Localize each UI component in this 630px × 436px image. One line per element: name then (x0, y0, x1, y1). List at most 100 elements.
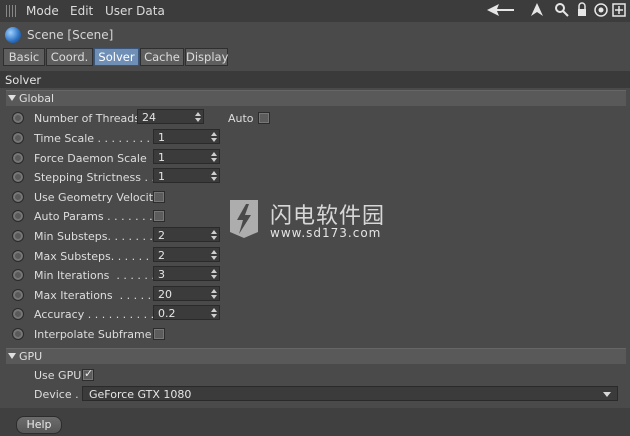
checkmark-icon: ✓ (84, 367, 94, 380)
help-button[interactable]: Help (16, 416, 62, 434)
solver-row-label: Max Substeps. . . . . . . . (34, 250, 164, 263)
target-icon[interactable] (593, 2, 609, 18)
solver-row-checkbox[interactable] (153, 210, 165, 222)
tab-cache[interactable]: Cache (140, 48, 184, 66)
solver-row-input[interactable]: 3 (153, 266, 220, 281)
solver-row-input[interactable]: 20 (153, 286, 220, 301)
solver-row-label: Time Scale . . . . . . . . . . (34, 132, 164, 145)
solver-row: Min Iterations . . . . . .3 (0, 266, 630, 286)
tab-display[interactable]: Display (185, 48, 228, 66)
solver-row-input[interactable]: 1 (153, 168, 220, 183)
spinner-icon[interactable] (211, 269, 217, 279)
spinner-icon[interactable] (211, 132, 217, 142)
footer: Help (0, 408, 630, 436)
grip-icon (6, 5, 18, 17)
solver-row-checkbox[interactable] (153, 328, 165, 340)
group-title: GPU (19, 350, 43, 363)
menu-user-data[interactable]: User Data (105, 4, 165, 18)
animate-radio-icon[interactable] (12, 191, 24, 203)
new-window-icon[interactable] (611, 2, 627, 18)
animate-radio-icon[interactable] (12, 269, 24, 281)
solver-row-label: Use Geometry Velocity (34, 191, 160, 204)
solver-row-value: 3 (158, 268, 165, 281)
threads-label: Number of Threads (34, 112, 140, 125)
solver-row-checkbox[interactable] (153, 191, 165, 203)
menu-mode[interactable]: Mode (26, 4, 59, 18)
solver-row-value: 1 (158, 131, 165, 144)
solver-row: Time Scale . . . . . . . . . .1 (0, 129, 630, 149)
spinner-icon[interactable] (211, 171, 217, 181)
group-title: Global (19, 92, 55, 105)
solver-row-label: Accuracy . . . . . . . . . . . (34, 308, 162, 321)
object-title: Scene [Scene] (27, 28, 114, 42)
lock-icon[interactable] (574, 2, 590, 18)
use-gpu-row: Use GPU ✓ (0, 366, 630, 386)
spinner-icon[interactable] (211, 289, 217, 299)
device-value: GeForce GTX 1080 (89, 388, 192, 401)
tab-coord[interactable]: Coord. (46, 48, 93, 66)
watermark-url: www.sd173.com (270, 226, 382, 240)
animate-radio-icon[interactable] (12, 171, 24, 183)
spinner-icon[interactable] (211, 308, 217, 318)
gpu-group-header[interactable]: GPU (6, 348, 626, 364)
solver-row: Interpolate Subframe (0, 325, 630, 345)
solver-row-input[interactable]: 1 (153, 129, 220, 144)
animate-radio-icon[interactable] (12, 132, 24, 144)
solver-row-input[interactable]: 1 (153, 149, 220, 164)
section-title: Solver (5, 73, 42, 87)
solver-row-value: 0.2 (158, 307, 176, 320)
tab-solver[interactable]: Solver (94, 48, 139, 66)
chevron-down-icon[interactable] (603, 392, 611, 397)
threads-input[interactable]: 24 (137, 109, 204, 124)
solver-row: Stepping Strictness . .1 (0, 168, 630, 188)
tab-basic[interactable]: Basic (3, 48, 45, 66)
solver-row-input[interactable]: 2 (153, 247, 220, 262)
solver-row-input[interactable]: 2 (153, 227, 220, 242)
animate-radio-icon[interactable] (12, 152, 24, 164)
solver-row-value: 1 (158, 151, 165, 164)
animate-radio-icon[interactable] (12, 328, 24, 340)
back-arrow-icon[interactable] (486, 2, 516, 18)
collapse-arrow-icon[interactable] (8, 95, 16, 101)
animate-radio-icon[interactable] (12, 289, 24, 301)
solver-row: Force Daemon Scale .1 (0, 149, 630, 169)
auto-label: Auto (228, 112, 254, 125)
animate-radio-icon[interactable] (12, 308, 24, 320)
solver-row-value: 2 (158, 229, 165, 242)
collapse-arrow-icon[interactable] (8, 353, 16, 359)
global-group-header[interactable]: Global (6, 90, 626, 106)
threads-value: 24 (142, 111, 156, 124)
up-arrow-icon[interactable] (529, 2, 545, 18)
solver-section-header: Solver (0, 71, 630, 88)
solver-row: Max Substeps. . . . . . . .2 (0, 247, 630, 267)
solver-row-value: 20 (158, 288, 172, 301)
animate-radio-icon[interactable] (12, 210, 24, 222)
search-icon[interactable] (554, 2, 570, 18)
solver-row-value: 2 (158, 249, 165, 262)
solver-row-value: 1 (158, 170, 165, 183)
spinner-icon[interactable] (211, 152, 217, 162)
solver-row-input[interactable]: 0.2 (153, 305, 220, 320)
use-gpu-checkbox[interactable]: ✓ (82, 367, 94, 381)
device-label: Device . . (34, 388, 86, 401)
scene-icon (5, 27, 21, 43)
animate-radio-icon[interactable] (12, 230, 24, 242)
use-gpu-label: Use GPU (34, 369, 82, 382)
threads-row: Number of Threads 24 Auto (0, 109, 630, 129)
animate-radio-icon[interactable] (12, 112, 24, 124)
spinner-icon[interactable] (211, 230, 217, 240)
device-row: Device . . GeForce GTX 1080 (0, 385, 630, 405)
object-title-row: Scene [Scene] (0, 24, 630, 46)
menu-edit[interactable]: Edit (70, 4, 93, 18)
spinner-icon[interactable] (211, 250, 217, 260)
solver-row-label: Auto Params . . . . . . . . (34, 210, 160, 223)
solver-row-label: Interpolate Subframe (34, 328, 152, 341)
auto-checkbox[interactable] (258, 112, 270, 124)
solver-row-label: Max Iterations . . . . . . (34, 289, 159, 302)
animate-radio-icon[interactable] (12, 250, 24, 262)
device-select[interactable]: GeForce GTX 1080 (82, 386, 618, 401)
solver-row: Accuracy . . . . . . . . . . . 0.2 (0, 305, 630, 325)
spinner-icon[interactable] (195, 112, 201, 122)
solver-row-label: Min Substeps. . . . . . . . (34, 230, 160, 243)
solver-row-label: Min Iterations . . . . . . (34, 269, 155, 282)
